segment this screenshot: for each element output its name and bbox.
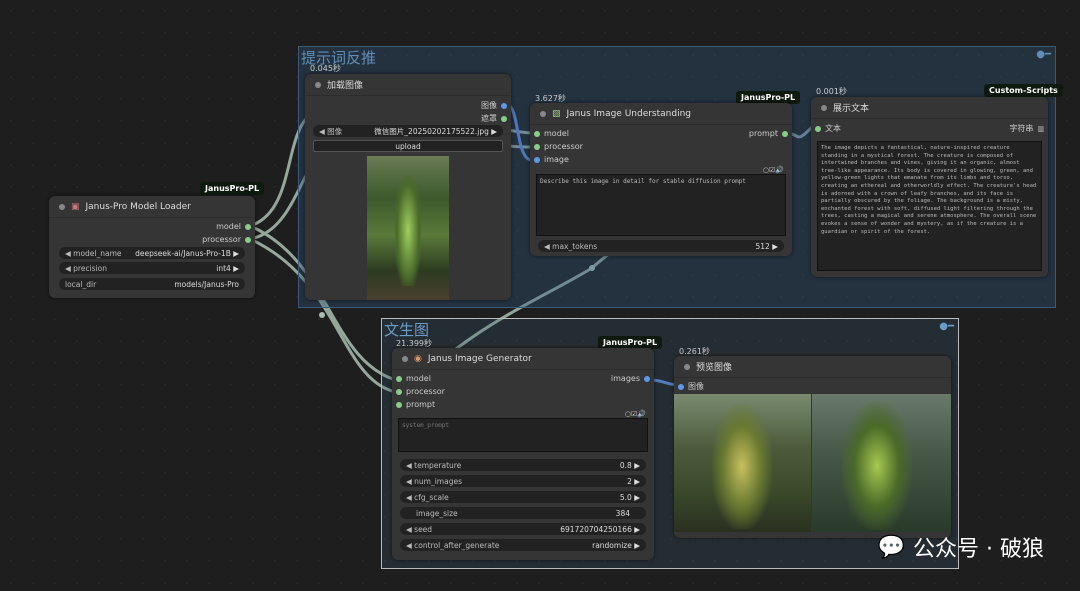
node-title: Janus Image Understanding [566,108,691,119]
output-model[interactable]: model [216,222,251,231]
node-title: 预览图像 [696,363,733,373]
widget-image-file[interactable]: ◀ 图像 微信图片_20250202175522.jpg ▶ [313,125,503,137]
input-text[interactable]: 文本 [815,123,841,134]
generated-image-2[interactable] [812,394,951,532]
group-title: 文生图 [384,321,430,339]
input-model[interactable]: model [534,129,569,138]
collapse-dot-icon[interactable] [684,363,690,370]
image-generator-node[interactable]: ◉ Janus Image Generator model processor p… [392,348,654,560]
output-string[interactable]: 字符串 ▥ [1009,123,1044,134]
output-image[interactable]: 图像 [481,100,507,111]
collapse-dot-icon[interactable] [59,203,65,210]
image-thumbnail [367,156,449,300]
question-textarea[interactable]: Describe this image in detail for stable… [536,174,786,236]
input-processor[interactable]: processor [396,387,445,396]
node-title: Janus Image Generator [427,353,532,364]
collapse-dot-icon[interactable] [315,81,321,88]
load-image-node[interactable]: 加载图像 图像 遮罩 ◀ 图像 微信图片_20250202175522.jpg ▶… [305,74,511,300]
output-processor[interactable]: processor [202,235,251,244]
input-model[interactable]: model [396,374,431,383]
preview-image-node[interactable]: 预览图像 图像 [674,356,951,538]
node-title: 加载图像 [327,81,364,91]
widget-precision[interactable]: ◀ precision int4 ▶ [59,262,245,274]
input-image[interactable]: image [534,155,569,164]
output-images[interactable]: images [611,374,650,383]
node-title: Janus-Pro Model Loader [85,201,191,212]
upload-button[interactable]: upload [313,140,503,152]
widget-num-images[interactable]: ◀ num_images 2 ▶ [400,475,646,487]
collapse-dot-icon[interactable] [540,110,546,117]
widget-image-size[interactable]: image_size 384 [400,507,646,519]
textarea-tools-icon[interactable]: ○☑🔊 [763,166,784,174]
widget-cfg-scale[interactable]: ◀ cfg_scale 5.0 ▶ [400,491,646,503]
system-prompt-textarea[interactable]: system_prompt [398,418,648,452]
widget-seed[interactable]: ◀ seed 691720704250166 ▶ [400,523,646,535]
show-text-node[interactable]: 展示文本 文本 字符串 ▥ The image depicts a fantast… [811,97,1048,277]
custom-scripts-badge: Custom-Scripts [984,84,1063,97]
image-understanding-node[interactable]: ▨ Janus Image Understanding model process… [530,103,792,256]
robot-icon: ▣ [71,201,80,212]
output-prompt[interactable]: prompt [749,129,788,138]
loader-badge: JanusPro-PL [200,182,265,195]
input-image[interactable]: 图像 [678,381,704,392]
pin-icon[interactable]: ●━ [1036,49,1051,60]
generated-image-1[interactable] [674,394,811,532]
pin-icon[interactable]: ●━ [939,321,954,332]
watermark-text: 公众号 · 破狼 [913,537,1044,562]
widget-max-tokens[interactable]: ◀ max_tokens 512 ▶ [538,240,784,252]
collapse-dot-icon[interactable] [821,104,827,111]
widget-temperature[interactable]: ◀ temperature 0.8 ▶ [400,459,646,471]
widget-model-name[interactable]: ◀ model_name deepseek-ai/Janus-Pro-1B ▶ [59,247,245,259]
input-processor[interactable]: processor [534,142,583,151]
textarea-tools-icon[interactable]: ○☑🔊 [625,410,646,418]
widget-local-dir[interactable]: local_dir models/Janus-Pro [59,278,245,290]
watermark: 💬 公众号 · 破狼 [878,531,1044,563]
output-mask[interactable]: 遮罩 [481,113,507,124]
palette-icon: ◉ [414,353,422,364]
input-prompt[interactable]: prompt [396,400,435,409]
widget-control-after-generate[interactable]: ◀ control_after_generate randomize ▶ [400,539,646,551]
wechat-icon: 💬 [877,534,906,560]
image-icon: ▨ [552,108,561,119]
model-loader-node[interactable]: ▣ Janus-Pro Model Loader model processor … [49,196,255,298]
node-title: 展示文本 [833,104,870,114]
exec-time: 0.001秒 [816,87,847,96]
collapse-dot-icon[interactable] [402,355,408,362]
exec-time: 0.045秒 [310,64,341,73]
output-text-area[interactable]: The image depicts a fantastical, nature-… [817,141,1042,271]
